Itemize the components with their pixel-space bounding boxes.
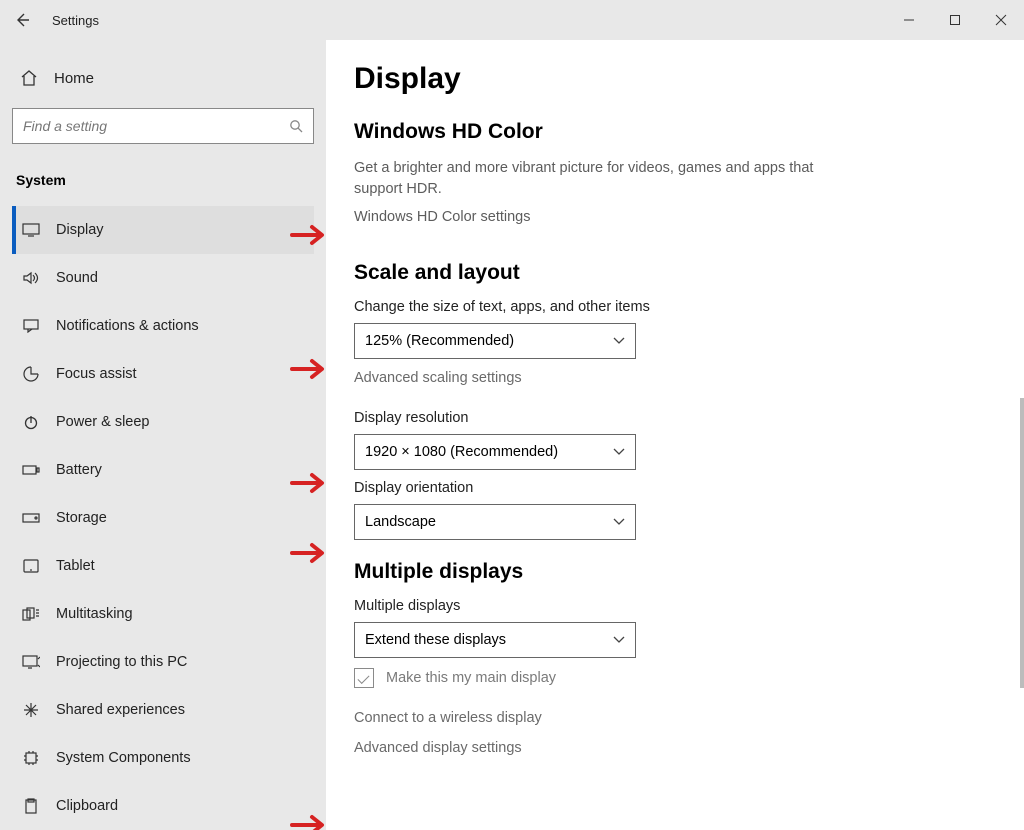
sidebar-item-components[interactable]: System Components	[12, 734, 314, 782]
advanced-scaling-link[interactable]: Advanced scaling settings	[354, 370, 522, 386]
tablet-icon	[20, 559, 42, 573]
sidebar-category: System	[12, 166, 314, 206]
scrollbar-thumb[interactable]	[1020, 398, 1024, 688]
focus-assist-icon	[20, 366, 42, 382]
sidebar-item-projecting[interactable]: Projecting to this PC	[12, 638, 314, 686]
multiple-displays-dropdown[interactable]: Extend these displays	[354, 622, 636, 658]
sidebar-item-storage[interactable]: Storage	[12, 494, 314, 542]
home-icon	[18, 69, 40, 87]
resolution-value: 1920 × 1080 (Recommended)	[365, 444, 558, 460]
titlebar: Settings	[0, 0, 1024, 40]
close-button[interactable]	[978, 0, 1024, 40]
back-button[interactable]	[0, 0, 44, 40]
battery-icon	[20, 464, 42, 476]
resolution-label: Display resolution	[354, 410, 996, 426]
sidebar-item-label: Projecting to this PC	[56, 654, 187, 670]
clipboard-icon	[20, 798, 42, 814]
multitasking-icon	[20, 607, 42, 621]
sidebar-item-label: Clipboard	[56, 798, 118, 814]
resolution-dropdown[interactable]: 1920 × 1080 (Recommended)	[354, 434, 636, 470]
nav-home[interactable]: Home	[12, 58, 314, 98]
sidebar-item-battery[interactable]: Battery	[12, 446, 314, 494]
sidebar-item-multitasking[interactable]: Multitasking	[12, 590, 314, 638]
hd-color-heading: Windows HD Color	[354, 120, 996, 144]
nav-home-label: Home	[54, 70, 94, 87]
chevron-down-icon	[613, 448, 625, 456]
projecting-icon	[20, 655, 42, 669]
sidebar-item-clipboard[interactable]: Clipboard	[12, 782, 314, 830]
power-icon	[20, 414, 42, 430]
main-display-checkbox-row: Make this my main display	[354, 668, 996, 688]
text-size-label: Change the size of text, apps, and other…	[354, 299, 996, 315]
multiple-displays-value: Extend these displays	[365, 632, 506, 648]
sidebar-item-label: System Components	[56, 750, 191, 766]
chevron-down-icon	[613, 518, 625, 526]
main-content: Display Windows HD Color Get a brighter …	[326, 40, 1024, 830]
arrow-left-icon	[14, 12, 30, 28]
maximize-button[interactable]	[932, 0, 978, 40]
display-icon	[20, 223, 42, 237]
advanced-display-link[interactable]: Advanced display settings	[354, 740, 996, 756]
sidebar-item-label: Battery	[56, 462, 102, 478]
window-controls	[886, 0, 1024, 40]
hd-color-desc: Get a brighter and more vibrant picture …	[354, 158, 814, 200]
sidebar-item-sound[interactable]: Sound	[12, 254, 314, 302]
storage-icon	[20, 513, 42, 523]
sidebar-item-label: Shared experiences	[56, 702, 185, 718]
window-title: Settings	[52, 13, 99, 28]
wireless-display-link[interactable]: Connect to a wireless display	[354, 710, 996, 726]
sidebar-item-display[interactable]: Display	[12, 206, 314, 254]
text-size-dropdown[interactable]: 125% (Recommended)	[354, 323, 636, 359]
sidebar-item-label: Storage	[56, 510, 107, 526]
orientation-dropdown[interactable]: Landscape	[354, 504, 636, 540]
sidebar-item-label: Tablet	[56, 558, 95, 574]
chevron-down-icon	[613, 337, 625, 345]
chevron-down-icon	[613, 636, 625, 644]
sidebar-item-label: Multitasking	[56, 606, 133, 622]
sidebar-item-label: Power & sleep	[56, 414, 150, 430]
search-box[interactable]	[12, 108, 314, 144]
close-icon	[995, 14, 1007, 26]
main-display-checkbox-label: Make this my main display	[386, 670, 556, 686]
hd-color-link[interactable]: Windows HD Color settings	[354, 209, 530, 225]
page-title: Display	[354, 62, 996, 96]
orientation-label: Display orientation	[354, 480, 996, 496]
orientation-value: Landscape	[365, 514, 436, 530]
multiple-displays-label: Multiple displays	[354, 598, 996, 614]
text-size-value: 125% (Recommended)	[365, 333, 514, 349]
sidebar-item-tablet[interactable]: Tablet	[12, 542, 314, 590]
sidebar-item-focus-assist[interactable]: Focus assist	[12, 350, 314, 398]
sidebar-item-label: Notifications & actions	[56, 318, 199, 334]
sidebar-item-label: Focus assist	[56, 366, 137, 382]
shared-icon	[20, 702, 42, 718]
minimize-button[interactable]	[886, 0, 932, 40]
notifications-icon	[20, 319, 42, 333]
minimize-icon	[903, 14, 915, 26]
components-icon	[20, 750, 42, 766]
sidebar-item-power[interactable]: Power & sleep	[12, 398, 314, 446]
sidebar-item-label: Display	[56, 222, 104, 238]
sound-icon	[20, 270, 42, 286]
search-icon	[289, 119, 303, 133]
scale-heading: Scale and layout	[354, 261, 996, 285]
search-input[interactable]	[23, 118, 289, 134]
maximize-icon	[949, 14, 961, 26]
main-display-checkbox[interactable]	[354, 668, 374, 688]
sidebar-item-notifications[interactable]: Notifications & actions	[12, 302, 314, 350]
multiple-displays-heading: Multiple displays	[354, 560, 996, 584]
sidebar-item-label: Sound	[56, 270, 98, 286]
sidebar: Home System Display Sound Notifications …	[0, 40, 326, 830]
sidebar-item-shared[interactable]: Shared experiences	[12, 686, 314, 734]
